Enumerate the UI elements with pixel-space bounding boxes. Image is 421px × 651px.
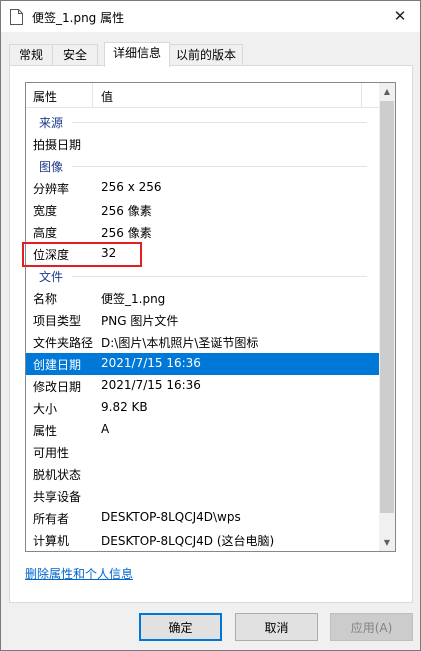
group-divider [72,166,367,167]
table-row[interactable]: 创建日期 2021/7/15 16:36 [26,353,379,375]
group-divider [72,276,367,277]
property-name: 宽度 [33,204,58,218]
property-name: 名称 [33,292,58,306]
group-header[interactable]: 图像 [26,155,379,177]
scroll-down-arrow-icon[interactable]: ▼ [379,534,395,551]
group-header[interactable]: 文件 [26,265,379,287]
table-row[interactable]: 属性 A [26,419,379,441]
tab-details[interactable]: 详细信息 [104,42,170,67]
group-label: 文件 [39,270,64,284]
scroll-up-arrow-icon[interactable]: ▲ [379,83,395,100]
properties-dialog: 便签_1.png 属性 ✕ 常规 安全 详细信息 以前的版本 属性 值 来源拍摄… [0,0,421,651]
table-row[interactable]: 共享设备 [26,485,379,507]
property-value: 256 像素 [101,204,152,218]
table-row[interactable]: 修改日期 2021/7/15 16:36 [26,375,379,397]
table-row[interactable]: 名称 便签_1.png [26,287,379,309]
table-row[interactable]: 文件夹路径 D:\图片\本机照片\圣诞节图标 [26,331,379,353]
scrollbar-thumb[interactable] [380,101,394,513]
column-header: 属性 值 [26,83,379,108]
column-divider[interactable] [92,83,93,107]
property-name: 分辨率 [33,182,70,196]
property-name: 大小 [33,402,58,416]
property-name: 属性 [33,424,58,438]
table-row[interactable]: 分辨率 256 x 256 [26,177,379,199]
table-row[interactable]: 大小 9.82 KB [26,397,379,419]
group-label: 图像 [39,160,64,174]
apply-button[interactable]: 应用(A) [330,613,413,641]
tab-previous-versions[interactable]: 以前的版本 [169,44,243,66]
property-value: 9.82 KB [101,400,148,414]
property-value: 256 像素 [101,226,152,240]
remove-properties-link[interactable]: 删除属性和个人信息 [25,565,133,582]
property-value: PNG 图片文件 [101,314,179,328]
table-row[interactable]: 计算机 DESKTOP-8LQCJ4D (这台电脑) [26,529,379,551]
ok-button[interactable]: 确定 [139,613,222,641]
property-value: DESKTOP-8LQCJ4D (这台电脑) [101,534,275,548]
property-value: 2021/7/15 16:36 [101,356,201,370]
tab-general[interactable]: 常规 [9,44,53,66]
window-title: 便签_1.png 属性 [32,11,125,25]
property-value: 2021/7/15 16:36 [101,378,201,392]
property-name: 可用性 [33,446,70,460]
table-row[interactable]: 脱机状态 [26,463,379,485]
vertical-scrollbar[interactable]: ▲ ▼ [379,83,395,551]
details-panel: 属性 值 来源 拍摄日期 图像 分辨率 256 x 256 宽度 256 像素 高度 256 像… [9,65,413,603]
property-name: 高度 [33,226,58,240]
column-value[interactable]: 值 [101,88,113,105]
property-name: 计算机 [33,534,70,548]
property-name: 脱机状态 [33,468,82,482]
property-value: DESKTOP-8LQCJ4D\wps [101,510,241,524]
group-divider [72,122,367,123]
property-value: D:\图片\本机照片\圣诞节图标 [101,336,259,350]
highlight-box [22,242,142,267]
property-list[interactable]: 属性 值 来源 拍摄日期 图像 分辨率 256 x 256 宽度 256 像素 高度 256 像… [25,82,396,552]
property-name: 拍摄日期 [33,138,82,152]
column-divider[interactable] [361,83,362,107]
group-header[interactable]: 来源 [26,111,379,133]
property-name: 修改日期 [33,380,82,394]
group-label: 来源 [39,116,64,130]
property-value: 便签_1.png [101,292,166,306]
property-name: 项目类型 [33,314,82,328]
property-value: A [101,422,110,436]
tab-security[interactable]: 安全 [52,44,98,66]
property-name: 所有者 [33,512,70,526]
property-name: 文件夹路径 [33,336,94,350]
column-property[interactable]: 属性 [33,88,57,105]
table-row[interactable]: 所有者 DESKTOP-8LQCJ4D\wps [26,507,379,529]
table-row[interactable]: 可用性 [26,441,379,463]
table-row[interactable]: 拍摄日期 [26,133,379,155]
table-row[interactable]: 宽度 256 像素 [26,199,379,221]
property-value: 256 x 256 [101,180,162,194]
cancel-button[interactable]: 取消 [235,613,318,641]
title-bar[interactable]: 便签_1.png 属性 ✕ [1,1,420,32]
table-row[interactable]: 高度 256 像素 [26,221,379,243]
property-name: 创建日期 [33,358,82,372]
close-button[interactable]: ✕ [380,1,420,32]
property-name: 共享设备 [33,490,82,504]
file-icon [10,9,23,25]
table-row[interactable]: 项目类型 PNG 图片文件 [26,309,379,331]
